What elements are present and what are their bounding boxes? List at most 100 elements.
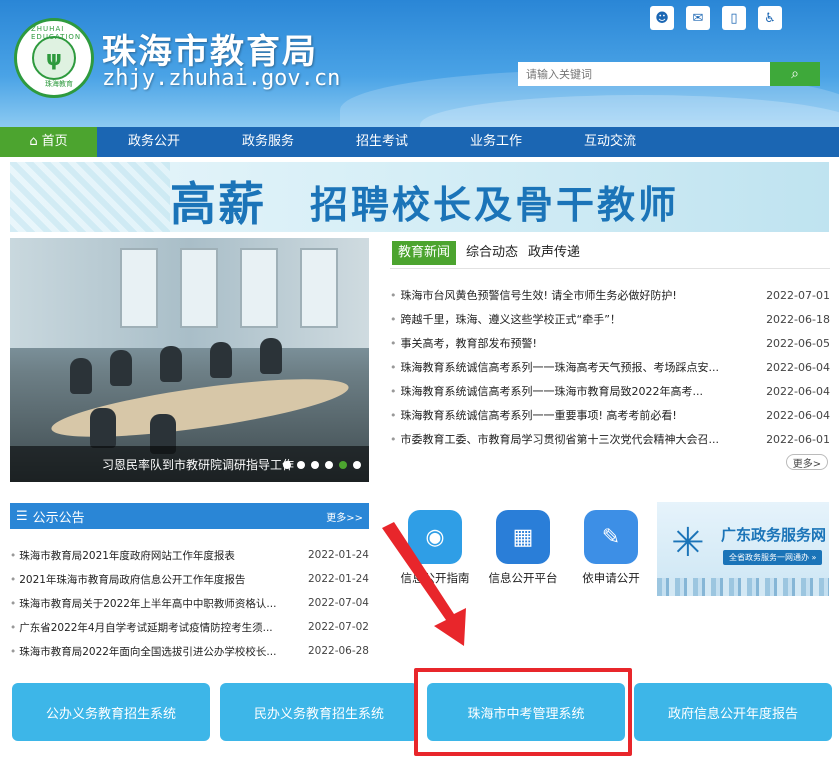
notice-date: 2022-01-24 — [307, 549, 369, 561]
wechat-icon[interactable]: ✉ — [686, 6, 710, 30]
main-nav: ⌂ 首页 政务公开 政务服务 招生考试 业务工作 互动交流 — [0, 127, 839, 157]
site-logo[interactable]: ZHUHAI EDUCATION ψ 珠海教育 — [14, 18, 94, 98]
tab-general-news[interactable]: 综合动态 — [466, 241, 518, 265]
list-item[interactable]: 珠海市教育局关于2022年上半年高中中职教师资格认... 2022-07-04 — [10, 591, 369, 615]
photo-scene — [180, 248, 218, 328]
notice-date: 2022-07-04 — [307, 597, 369, 609]
photo-scene — [260, 338, 282, 374]
logo-ring-text: ZHUHAI EDUCATION — [31, 25, 82, 41]
nav-item-gov-services[interactable]: 政务服务 — [211, 127, 325, 157]
news-date: 2022-06-05 — [766, 336, 830, 350]
photo-scene — [70, 358, 92, 394]
photo-scene — [120, 248, 158, 328]
nav-home-label: 首页 — [41, 134, 68, 149]
robot-icon[interactable]: ☻ — [650, 6, 674, 30]
gd-title: 广东政务服务网 — [721, 526, 827, 544]
carousel-dot-active[interactable] — [339, 461, 347, 469]
document-edit-icon: ✎ — [584, 510, 638, 564]
news-date: 2022-06-18 — [766, 312, 830, 326]
gov-info-annual-report-button[interactable]: 政府信息公开年度报告 — [634, 683, 832, 741]
notice-list: 珠海市教育局2021年度政府网站工作年度报表 2022-01-24 2021年珠海… — [10, 543, 369, 663]
arrow-shape — [382, 522, 466, 646]
nav-item-interaction[interactable]: 互动交流 — [553, 127, 667, 157]
tab-gov-voice[interactable]: 政声传递 — [528, 241, 580, 265]
grid-icon: ▦ — [496, 510, 550, 564]
highlight-box — [414, 668, 632, 756]
carousel-dot[interactable] — [283, 461, 291, 469]
list-item[interactable]: 珠海市教育局2021年度政府网站工作年度报表 2022-01-24 — [10, 543, 369, 567]
list-item[interactable]: 珠海教育系统诚信高考系列一一重要事项! 高考考前必看! 2022-06-04 — [390, 403, 831, 427]
news-title[interactable]: 珠海市台风黄色预警信号生效! 请全市师生务必做好防护! — [390, 287, 740, 303]
site-header: ZHUHAI EDUCATION ψ 珠海教育 珠海市教育局 zhjy.zhuh… — [0, 0, 839, 127]
notice-icon: ☰ — [16, 508, 28, 524]
news-date: 2022-06-04 — [766, 360, 830, 374]
banner-headline: 高薪 — [170, 177, 266, 231]
news-title[interactable]: 市委教育工委、市教育局学习贯彻省第十三次党代会精神大会召... — [390, 431, 740, 447]
tab-education-news[interactable]: 教育新闻 — [392, 241, 457, 265]
search-input[interactable] — [518, 62, 770, 86]
service-info-platform[interactable]: ▦ 信息公开平台 — [488, 510, 558, 586]
news-title[interactable]: 珠海教育系统诚信高考系列一一珠海高考天气预报、考场踩点安... — [390, 359, 740, 375]
photo-scene — [240, 248, 278, 328]
notice-item-title[interactable]: 珠海市教育局关于2022年上半年高中中职教师资格认... — [10, 596, 295, 611]
carousel-dot[interactable] — [311, 461, 319, 469]
list-item[interactable]: 珠海教育系统诚信高考系列一一珠海市教育局致2022年高考... 2022-06-0… — [390, 379, 831, 403]
private-compulsory-enrollment-button[interactable]: 民办义务教育招生系统 — [220, 683, 418, 741]
list-item[interactable]: 事关高考，教育部发布预警! 2022-06-05 — [390, 331, 831, 355]
news-title[interactable]: 事关高考，教育部发布预警! — [390, 335, 740, 351]
notice-more-link[interactable]: 更多>> — [326, 509, 363, 524]
nav-item-business[interactable]: 业务工作 — [439, 127, 553, 157]
notice-item-title[interactable]: 广东省2022年4月自学考试延期考试疫情防控考生须... — [10, 620, 295, 635]
gd-logo-icon: ✳ — [671, 520, 705, 566]
service-apply-disclosure[interactable]: ✎ 依申请公开 — [576, 510, 646, 586]
nav-home[interactable]: ⌂ 首页 — [0, 127, 97, 157]
notice-item-title[interactable]: 珠海市教育局2021年度政府网站工作年度报表 — [10, 548, 295, 563]
notice-header: ☰ 公示公告 更多>> — [10, 503, 369, 529]
gd-subtitle: 全省政务服务一网通办 » — [723, 550, 823, 565]
notice-date: 2022-07-02 — [307, 621, 369, 633]
nav-item-gov-affairs[interactable]: 政务公开 — [97, 127, 211, 157]
list-item[interactable]: 跨越千里，珠海、遵义这些学校正式“牵手”！ 2022-06-18 — [390, 307, 831, 331]
banner-decoration — [10, 162, 170, 232]
photo-caption-text: 习恩民率队到市教研院调研指导工作 — [102, 457, 295, 472]
list-item[interactable]: 珠海市台风黄色预警信号生效! 请全市师生务必做好防护! 2022-07-01 — [390, 283, 831, 307]
service-label: 信息公开平台 — [488, 571, 558, 585]
carousel-dots — [283, 461, 361, 469]
photo-scene — [210, 342, 232, 378]
photo-scene — [160, 346, 182, 382]
carousel-dot[interactable] — [353, 461, 361, 469]
news-photo-carousel[interactable]: 习恩民率队到市教研院调研指导工作 — [10, 238, 369, 482]
guangdong-gov-service-banner[interactable]: ✳ 广东政务服务网 全省政务服务一网通办 » — [657, 502, 829, 596]
list-item[interactable]: 珠海教育系统诚信高考系列一一珠海高考天气预报、考场踩点安... 2022-06-0… — [390, 355, 831, 379]
news-date: 2022-06-01 — [766, 432, 830, 446]
list-item[interactable]: 市委教育工委、市教育局学习贯彻省第十三次党代会精神大会召... 2022-06-0… — [390, 427, 831, 451]
search-button[interactable]: ⌕ — [770, 62, 820, 86]
public-compulsory-enrollment-button[interactable]: 公办义务教育招生系统 — [12, 683, 210, 741]
banner-text: 招聘校长及骨干教师 — [310, 183, 680, 227]
accessibility-icon[interactable]: ♿ — [758, 6, 782, 30]
news-more-button[interactable]: 更多> — [786, 454, 828, 470]
news-tabs: 教育新闻 综合动态 政声传递 — [392, 241, 580, 265]
photo-scene — [300, 248, 338, 328]
red-arrow-annotation — [382, 522, 466, 646]
search-icon: ⌕ — [791, 66, 799, 82]
logo-bottom-text: 珠海教育 — [45, 80, 73, 88]
carousel-dot[interactable] — [325, 461, 333, 469]
news-title[interactable]: 跨越千里，珠海、遵义这些学校正式“牵手”！ — [390, 311, 740, 327]
news-title[interactable]: 珠海教育系统诚信高考系列一一重要事项! 高考考前必看! — [390, 407, 740, 423]
news-title[interactable]: 珠海教育系统诚信高考系列一一珠海市教育局致2022年高考... — [390, 383, 740, 399]
carousel-dot[interactable] — [297, 461, 305, 469]
list-item[interactable]: 2021年珠海市教育局政府信息公开工作年度报告 2022-01-24 — [10, 567, 369, 591]
notice-item-title[interactable]: 珠海市教育局2022年面向全国选拔引进公办学校校长... — [10, 644, 295, 659]
notice-date: 2022-06-28 — [307, 645, 369, 657]
notice-title: 公示公告 — [32, 510, 85, 526]
list-item[interactable]: 广东省2022年4月自学考试延期考试疫情防控考生须... 2022-07-02 — [10, 615, 369, 639]
list-item[interactable]: 珠海市教育局2022年面向全国选拔引进公办学校校长... 2022-06-28 — [10, 639, 369, 663]
news-date: 2022-07-01 — [766, 288, 830, 302]
recruitment-banner[interactable]: 高薪 招聘校长及骨干教师 — [10, 162, 829, 232]
news-date: 2022-06-04 — [766, 384, 830, 398]
notice-date: 2022-01-24 — [307, 573, 369, 585]
nav-item-admissions[interactable]: 招生考试 — [325, 127, 439, 157]
notice-item-title[interactable]: 2021年珠海市教育局政府信息公开工作年度报告 — [10, 572, 295, 587]
mobile-icon[interactable]: ▯ — [722, 6, 746, 30]
